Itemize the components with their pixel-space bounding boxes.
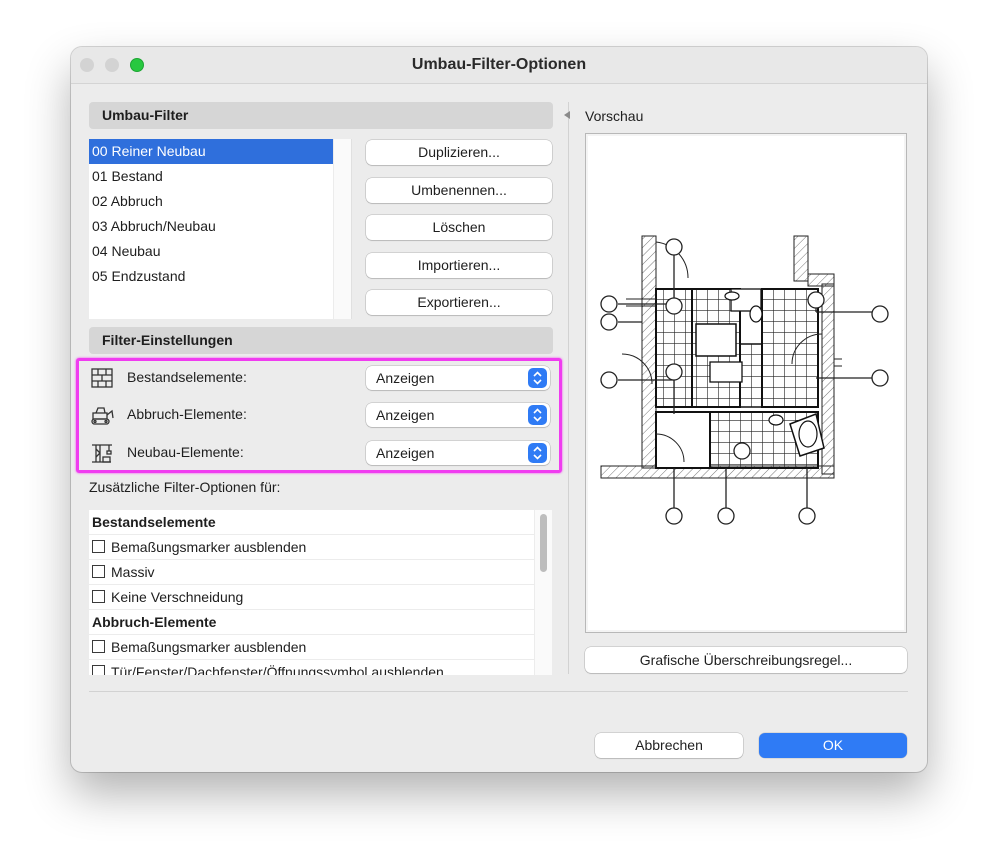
filters-section-header: Umbau-Filter [89,102,553,129]
delete-button[interactable]: Löschen [366,215,552,240]
option-label: Keine Verschneidung [111,589,244,605]
settings-section-header: Filter-Einstellungen [89,327,553,354]
option-label: Massiv [111,564,155,580]
rename-button[interactable]: Umbenennen... [366,178,552,203]
preview-label: Vorschau [585,108,644,124]
filter-list-item[interactable]: 02 Abbruch [89,189,351,214]
option-row[interactable]: Tür/Fenster/Dachfenster/Öffnungssymbol a… [89,660,535,675]
preview-pane [585,133,907,633]
options-scroll-thumb[interactable] [540,514,547,572]
filter-list-scrollbar[interactable] [333,139,351,319]
cancel-button[interactable]: Abbrechen [595,733,743,758]
option-checkbox[interactable] [92,565,105,578]
footer-divider [89,691,908,692]
additional-options-list[interactable]: Bestandselemente Bemaßungsmarker ausblen… [89,510,552,675]
filter-list-item[interactable]: 05 Endzustand [89,264,351,289]
option-checkbox[interactable] [92,665,105,675]
option-checkbox[interactable] [92,540,105,553]
floor-plan-preview [600,235,889,525]
options-scrollbar[interactable] [534,510,552,675]
option-label: Tür/Fenster/Dachfenster/Öffnungssymbol a… [111,664,444,675]
filter-list-item[interactable]: 00 Reiner Neubau [89,139,333,164]
dialog-window: Umbau-Filter-Optionen Umbau-Filter 00 Re… [71,47,927,772]
option-group-header: Bestandselemente [89,510,535,535]
option-row[interactable]: Bemaßungsmarker ausblenden [89,535,535,560]
filter-list-item[interactable]: 04 Neubau [89,239,351,264]
import-button[interactable]: Importieren... [366,253,552,278]
duplicate-button[interactable]: Duplizieren... [366,140,552,165]
option-checkbox[interactable] [92,590,105,603]
option-label: Bemaßungsmarker ausblenden [111,639,307,655]
option-row[interactable]: Keine Verschneidung [89,585,535,610]
collapse-arrow-icon[interactable] [564,111,570,119]
panel-divider[interactable] [568,102,569,674]
window-title: Umbau-Filter-Optionen [411,56,587,73]
ok-button[interactable]: OK [759,733,907,758]
option-row[interactable]: Bemaßungsmarker ausblenden [89,635,535,660]
option-row[interactable]: Massiv [89,560,535,585]
filter-list-item[interactable]: 03 Abbruch/Neubau [89,214,351,239]
export-button[interactable]: Exportieren... [366,290,552,315]
filter-list[interactable]: 00 Reiner Neubau 01 Bestand 02 Abbruch 0… [89,139,352,319]
highlight-annotation [76,358,562,473]
option-checkbox[interactable] [92,640,105,653]
option-group-header: Abbruch-Elemente [89,610,535,635]
additional-options-label: Zusätzliche Filter-Optionen für: [89,479,281,495]
graphic-override-button[interactable]: Grafische Überschreibungsregel... [585,647,907,673]
title-bar: Umbau-Filter-Optionen [71,47,927,84]
filter-list-item[interactable]: 01 Bestand [89,164,351,189]
option-label: Bemaßungsmarker ausblenden [111,539,307,555]
